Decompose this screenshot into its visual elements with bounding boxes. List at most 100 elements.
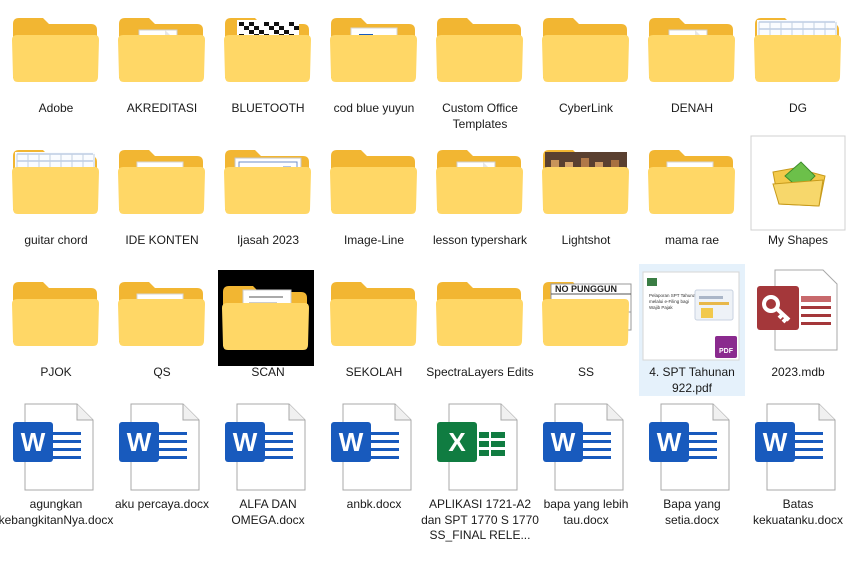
word-document-icon: W bbox=[533, 396, 639, 496]
folder-cyberlink[interactable]: CyberLink bbox=[533, 0, 639, 132]
folder-spectralayers-edits[interactable]: SpectraLayers Edits bbox=[426, 264, 534, 396]
svg-text:Wajib Pajak: Wajib Pajak bbox=[649, 305, 673, 310]
item-label: SpectraLayers Edits bbox=[426, 365, 534, 379]
folder-custom-office-templates[interactable]: Custom Office Templates bbox=[427, 0, 533, 132]
file-4-spt-tahunan-922-pdf[interactable]: Pelaporan SPT Tahunan melalui e-Filing b… bbox=[639, 264, 745, 396]
svg-text:W: W bbox=[763, 427, 788, 457]
item-label: PJOK bbox=[40, 365, 72, 379]
item-label: Custom Office Templates bbox=[442, 101, 518, 131]
item-label: BLUETOOTH bbox=[231, 101, 305, 115]
folder-lesson-typershark[interactable]: lesson typershark bbox=[427, 132, 533, 264]
word-document-icon: W bbox=[109, 396, 215, 496]
item-label: Image-Line bbox=[343, 233, 405, 247]
item-label: CyberLink bbox=[558, 101, 614, 115]
folder-bluetooth[interactable]: BLUETOOTH bbox=[215, 0, 321, 132]
file-anbk-docx[interactable]: W anbk.docx bbox=[321, 396, 427, 528]
file-bapa-yang-lebih-tau-docx[interactable]: W bapa yang lebih tau.docx bbox=[533, 396, 639, 528]
folder-ss[interactable]: NO PUNGGUN 12 SS bbox=[533, 264, 639, 396]
folder-icon: NO PUNGGUN 12 bbox=[533, 264, 639, 364]
folder-akreditasi[interactable]: AKREDITASI bbox=[109, 0, 215, 132]
item-label: mama rae bbox=[664, 233, 720, 247]
folder-qs[interactable]: W QS bbox=[109, 264, 215, 396]
folder-icon bbox=[427, 132, 533, 232]
folder-icon bbox=[427, 264, 533, 364]
svg-text:W: W bbox=[21, 427, 46, 457]
svg-text:W: W bbox=[127, 427, 152, 457]
folder-guitar-chord[interactable]: guitar chord bbox=[3, 132, 109, 264]
word-document-icon: W bbox=[745, 396, 850, 496]
item-label: lesson typershark bbox=[432, 233, 528, 247]
folder-icon bbox=[745, 0, 850, 100]
file-agungkan-kebangkitannya-docx[interactable]: W agungkan kebangkitanNya.docx bbox=[0, 396, 113, 528]
folder-mama-rae[interactable]: W mama rae bbox=[639, 132, 745, 264]
svg-text:W: W bbox=[233, 427, 258, 457]
folder-icon bbox=[533, 132, 639, 232]
item-label: 4. SPT Tahunan 922.pdf bbox=[649, 365, 735, 395]
word-document-icon: W bbox=[639, 396, 745, 496]
folder-ide-konten[interactable]: W IDE KONTEN bbox=[109, 132, 215, 264]
folder-icon bbox=[321, 132, 427, 232]
item-label: APLIKASI 1721-A2 dan SPT 1770 S 1770 SS_… bbox=[421, 497, 539, 542]
file-grid: Adobe AKREDITASI BLUETOOTH cod blue yuyu… bbox=[0, 0, 850, 563]
file-aplikasi-1721-a2-dan-spt-1770-s-1770-ss-final-rele[interactable]: X APLIKASI 1721-A2 dan SPT 1770 S 1770 S… bbox=[421, 396, 539, 542]
item-label: DENAH bbox=[670, 101, 713, 115]
svg-text:X: X bbox=[448, 427, 466, 457]
folder-icon: W bbox=[109, 264, 215, 364]
svg-text:PDF: PDF bbox=[719, 348, 734, 355]
folder-my-shapes[interactable]: My Shapes bbox=[745, 132, 850, 264]
svg-text:W: W bbox=[339, 427, 364, 457]
folder-lightshot[interactable]: Lightshot bbox=[533, 132, 639, 264]
file-aku-percaya-docx[interactable]: W aku percaya.docx bbox=[109, 396, 215, 528]
folder-icon bbox=[215, 0, 321, 100]
folder-scan[interactable]: SCAN bbox=[215, 264, 321, 396]
folder-icon bbox=[3, 0, 109, 100]
svg-text:W: W bbox=[551, 427, 576, 457]
item-label: anbk.docx bbox=[346, 497, 402, 511]
folder-pjok[interactable]: PJOK bbox=[3, 264, 109, 396]
folder-icon bbox=[3, 264, 109, 364]
folder-icon bbox=[639, 0, 745, 100]
item-label: ALFA DAN OMEGA.docx bbox=[231, 497, 305, 527]
word-document-icon: W bbox=[321, 396, 427, 496]
folder-cod-blue-yuyun[interactable]: cod blue yuyun bbox=[321, 0, 427, 132]
item-label: 2023.mdb bbox=[771, 365, 825, 379]
item-label: Bapa yang setia.docx bbox=[663, 497, 721, 527]
item-label: Lightshot bbox=[561, 233, 611, 247]
item-label: SEKOLAH bbox=[345, 365, 403, 379]
item-label: cod blue yuyun bbox=[333, 101, 415, 115]
item-label: AKREDITASI bbox=[126, 101, 198, 115]
svg-text:NO PUNGGUN: NO PUNGGUN bbox=[555, 284, 617, 294]
item-label: bapa yang lebih tau.docx bbox=[543, 497, 629, 527]
folder-icon bbox=[321, 0, 427, 100]
word-document-icon: W bbox=[3, 396, 109, 496]
svg-text:W: W bbox=[657, 427, 682, 457]
folder-icon: W bbox=[109, 132, 215, 232]
item-label: guitar chord bbox=[24, 233, 88, 247]
folder-dg[interactable]: DG bbox=[745, 0, 850, 132]
item-label: agungkan kebangkitanNya.docx bbox=[0, 497, 114, 527]
folder-icon bbox=[427, 0, 533, 100]
file-alfa-dan-omega-docx[interactable]: W ALFA DAN OMEGA.docx bbox=[215, 396, 321, 528]
folder-icon bbox=[215, 132, 321, 232]
word-document-icon: W bbox=[215, 396, 321, 496]
item-label: SS bbox=[577, 365, 594, 379]
file-bapa-yang-setia-docx[interactable]: W Bapa yang setia.docx bbox=[639, 396, 745, 528]
item-label: Adobe bbox=[38, 101, 74, 115]
item-label: DG bbox=[789, 101, 807, 115]
file-2023-mdb[interactable]: 2023.mdb bbox=[745, 264, 850, 396]
folder-icon bbox=[109, 0, 215, 100]
item-label: SCAN bbox=[251, 365, 285, 379]
folder-adobe[interactable]: Adobe bbox=[3, 0, 109, 132]
item-label: Ijasah 2023 bbox=[236, 233, 300, 247]
access-database-icon bbox=[745, 264, 850, 364]
file-batas-kekuatanku-docx[interactable]: W Batas kekuatanku.docx bbox=[745, 396, 850, 528]
folder-denah[interactable]: DENAH bbox=[639, 0, 745, 132]
folder-sekolah[interactable]: SEKOLAH bbox=[321, 264, 427, 396]
svg-text:melalui e-Filing bagi: melalui e-Filing bagi bbox=[649, 299, 689, 304]
item-label: My Shapes bbox=[767, 233, 829, 247]
folder-ijasah-2023[interactable]: Ijasah 2023 bbox=[215, 132, 321, 264]
shapes-folder-icon bbox=[745, 132, 850, 232]
svg-text:Pelaporan SPT Tahunan: Pelaporan SPT Tahunan bbox=[649, 293, 698, 298]
item-label: Batas kekuatanku.docx bbox=[752, 497, 844, 527]
folder-image-line[interactable]: Image-Line bbox=[321, 132, 427, 264]
